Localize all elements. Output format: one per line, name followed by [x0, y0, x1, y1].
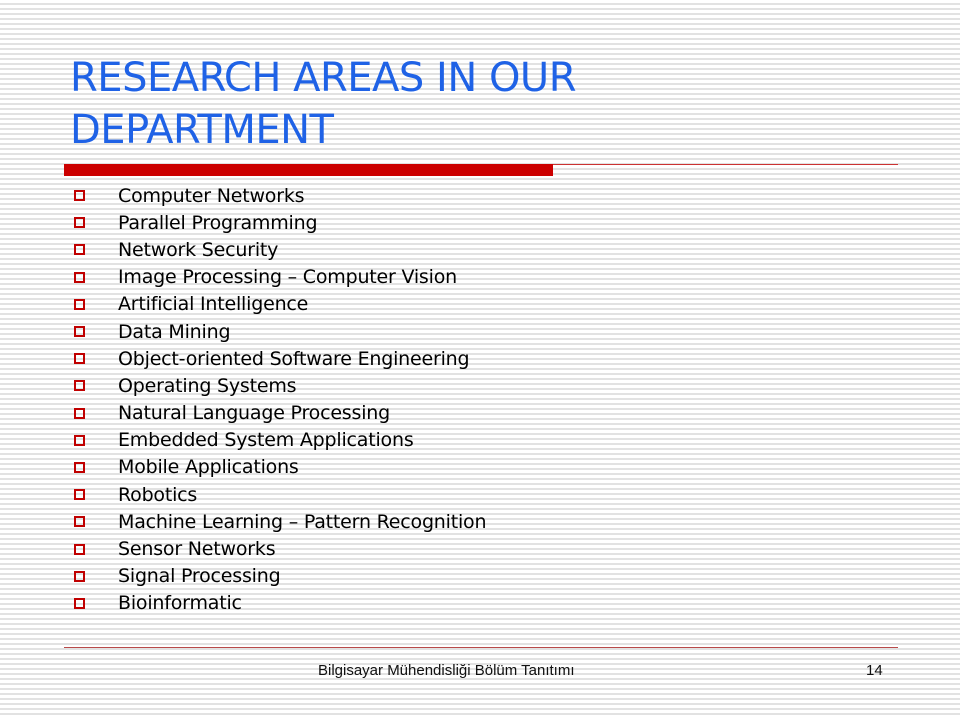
list-item-text: Embedded System Applications: [118, 429, 414, 452]
list-item-text: Artificial Intelligence: [118, 293, 309, 316]
list-item: Network Security: [74, 236, 486, 263]
square-bullet-icon: [74, 543, 85, 555]
list-item: Mobile Applications: [74, 454, 486, 481]
title-underline-rule: [553, 164, 898, 165]
list-item: Machine Learning – Pattern Recognition: [74, 508, 487, 535]
square-bullet-icon: [74, 434, 85, 446]
list-item: Artificial Intelligence: [74, 291, 486, 318]
list-item-text: Robotics: [118, 483, 198, 506]
list-item-text: Signal Processing: [118, 565, 281, 588]
square-bullet-icon: [74, 244, 85, 256]
list-item: Embedded System Applications: [74, 427, 486, 454]
square-bullet-icon: [74, 380, 85, 392]
list-item: Bioinformatic: [74, 590, 486, 617]
slide-title: RESEARCH AREAS IN OUR DEPARTMENT: [70, 55, 577, 153]
square-bullet-icon: [74, 353, 85, 365]
list-item-text: Data Mining: [118, 320, 231, 343]
list-item: Operating Systems: [74, 372, 486, 399]
list-item: Natural Language Processing: [74, 400, 486, 427]
list-item: Parallel Programming: [74, 209, 486, 236]
footer-text: Bilgisayar Mühendisliği Bölüm Tanıtımı: [318, 662, 575, 679]
square-bullet-icon: [74, 298, 85, 310]
list-item-text: Machine Learning – Pattern Recognition: [118, 510, 487, 533]
research-areas-list: Computer Networks Parallel Programming Net…: [74, 182, 487, 617]
square-bullet-icon: [74, 489, 85, 501]
square-bullet-icon: [74, 407, 85, 419]
square-bullet-icon: [74, 597, 85, 609]
list-item-text: Image Processing – Computer Vision: [118, 266, 457, 289]
square-bullet-icon: [74, 461, 85, 473]
list-item-text: Bioinformatic: [118, 592, 242, 615]
list-item-text: Operating Systems: [118, 374, 297, 397]
footer-rule: [64, 647, 898, 648]
list-item-text: Parallel Programming: [118, 211, 318, 234]
list-item: Sensor Networks: [74, 535, 486, 562]
list-item-text: Computer Networks: [118, 184, 305, 207]
list-item-text: Natural Language Processing: [118, 402, 390, 425]
list-item: Computer Networks: [74, 182, 486, 209]
square-bullet-icon: [74, 271, 85, 283]
list-item: Image Processing – Computer Vision: [74, 264, 486, 291]
square-bullet-icon: [74, 570, 85, 582]
list-item: Robotics: [74, 481, 486, 508]
list-item: Object-oriented Software Engineering: [74, 345, 486, 372]
square-bullet-icon: [74, 326, 85, 338]
list-item-text: Network Security: [118, 238, 279, 261]
page-number: 14: [866, 662, 883, 679]
list-item: Signal Processing: [74, 563, 486, 590]
list-item-text: Sensor Networks: [118, 538, 276, 561]
list-item: Data Mining: [74, 318, 486, 345]
square-bullet-icon: [74, 190, 85, 202]
square-bullet-icon: [74, 516, 85, 528]
title-underline-bar: [64, 164, 553, 176]
square-bullet-icon: [74, 217, 85, 229]
list-item-text: Object-oriented Software Engineering: [118, 347, 470, 370]
list-item-text: Mobile Applications: [118, 456, 299, 479]
